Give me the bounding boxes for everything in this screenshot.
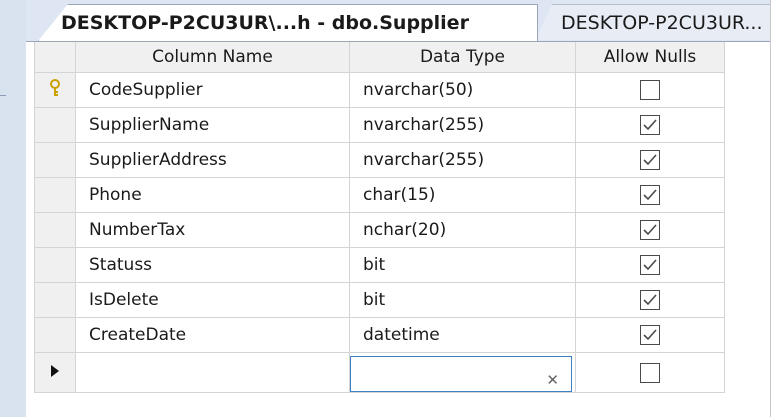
column-name-header: Column Name [75,42,350,73]
row-selector[interactable] [34,177,76,213]
table-row[interactable]: Statuss bit [34,247,725,283]
row-pointer-icon [51,364,59,377]
new-row[interactable]: ✕ [34,352,725,393]
data-type-cell[interactable]: nvarchar(50) [349,72,576,108]
row-selector[interactable] [34,282,76,318]
data-type-cell[interactable]: bit [349,282,576,318]
allow-nulls-cell [575,282,725,318]
gutter-marker [0,95,6,96]
table-row[interactable]: NumberTax nchar(20) [34,212,725,248]
key-icon [50,78,60,96]
checkmark-icon [643,154,657,166]
column-name-cell[interactable] [75,352,350,393]
allow-nulls-checkbox[interactable] [640,80,660,100]
tab-label: DESKTOP-P2CU3UR\...h - dbo.Supplier [61,12,469,34]
data-type-cell[interactable]: ✕ [349,352,576,393]
table-row[interactable]: CodeSupplier nvarchar(50) [34,72,725,108]
row-selector[interactable] [34,107,76,143]
column-name-cell[interactable]: SupplierName [75,107,350,143]
checkmark-icon [643,329,657,341]
grid-header-row: Column Name Data Type Allow Nulls [34,42,725,73]
row-selector[interactable] [34,317,76,353]
allow-nulls-checkbox[interactable] [640,115,660,135]
allow-nulls-checkbox[interactable] [640,255,660,275]
allow-nulls-cell [575,107,725,143]
data-type-cell[interactable]: nvarchar(255) [349,107,576,143]
allow-nulls-checkbox[interactable] [640,150,660,170]
allow-nulls-cell [575,317,725,353]
allow-nulls-header: Allow Nulls [575,42,725,73]
tab-supplier-secondary[interactable]: DESKTOP-P2CU3UR... [536,4,771,40]
column-name-cell[interactable]: SupplierAddress [75,142,350,178]
left-gutter [0,0,26,417]
row-selector[interactable] [34,142,76,178]
checkmark-icon [643,294,657,306]
checkmark-icon [643,119,657,131]
data-type-header: Data Type [349,42,576,73]
column-name-cell[interactable]: CodeSupplier [75,72,350,108]
column-name-cell[interactable]: NumberTax [75,212,350,248]
allow-nulls-cell [575,72,725,108]
row-selector[interactable] [34,72,76,108]
allow-nulls-cell [575,212,725,248]
table-row[interactable]: CreateDate datetime [34,317,725,353]
column-name-cell[interactable]: IsDelete [75,282,350,318]
data-type-cell[interactable]: bit [349,247,576,283]
data-type-cell[interactable]: nvarchar(255) [349,142,576,178]
data-type-cell[interactable]: datetime [349,317,576,353]
chevron-down-icon[interactable]: ✕ [546,371,559,389]
allow-nulls-checkbox[interactable] [640,185,660,205]
row-selector[interactable] [34,212,76,248]
tab-label: DESKTOP-P2CU3UR... [561,11,763,34]
tab-supplier-design[interactable]: DESKTOP-P2CU3UR\...h - dbo.Supplier [38,4,538,41]
table-row[interactable]: IsDelete bit [34,282,725,318]
table-design-grid: Column Name Data Type Allow Nulls CodeSu… [34,42,725,393]
data-type-cell[interactable]: char(15) [349,177,576,213]
table-row[interactable]: Phone char(15) [34,177,725,213]
data-type-dropdown[interactable]: ✕ [350,356,572,392]
allow-nulls-cell [575,247,725,283]
allow-nulls-cell [575,177,725,213]
allow-nulls-checkbox[interactable] [640,290,660,310]
checkmark-icon [643,259,657,271]
column-name-cell[interactable]: Statuss [75,247,350,283]
table-row[interactable]: SupplierName nvarchar(255) [34,107,725,143]
table-row[interactable]: SupplierAddress nvarchar(255) [34,142,725,178]
checkmark-icon [643,224,657,236]
allow-nulls-checkbox[interactable] [640,325,660,345]
allow-nulls-cell [575,142,725,178]
allow-nulls-checkbox[interactable] [640,220,660,240]
row-selector-header [34,42,76,73]
row-selector[interactable] [34,247,76,283]
row-selector[interactable] [34,352,76,393]
data-type-cell[interactable]: nchar(20) [349,212,576,248]
allow-nulls-cell [575,352,725,393]
allow-nulls-checkbox[interactable] [640,362,660,383]
column-name-cell[interactable]: Phone [75,177,350,213]
column-name-cell[interactable]: CreateDate [75,317,350,353]
document-tab-bar: DESKTOP-P2CU3UR... DESKTOP-P2CU3UR\...h … [26,0,771,42]
checkmark-icon [643,189,657,201]
